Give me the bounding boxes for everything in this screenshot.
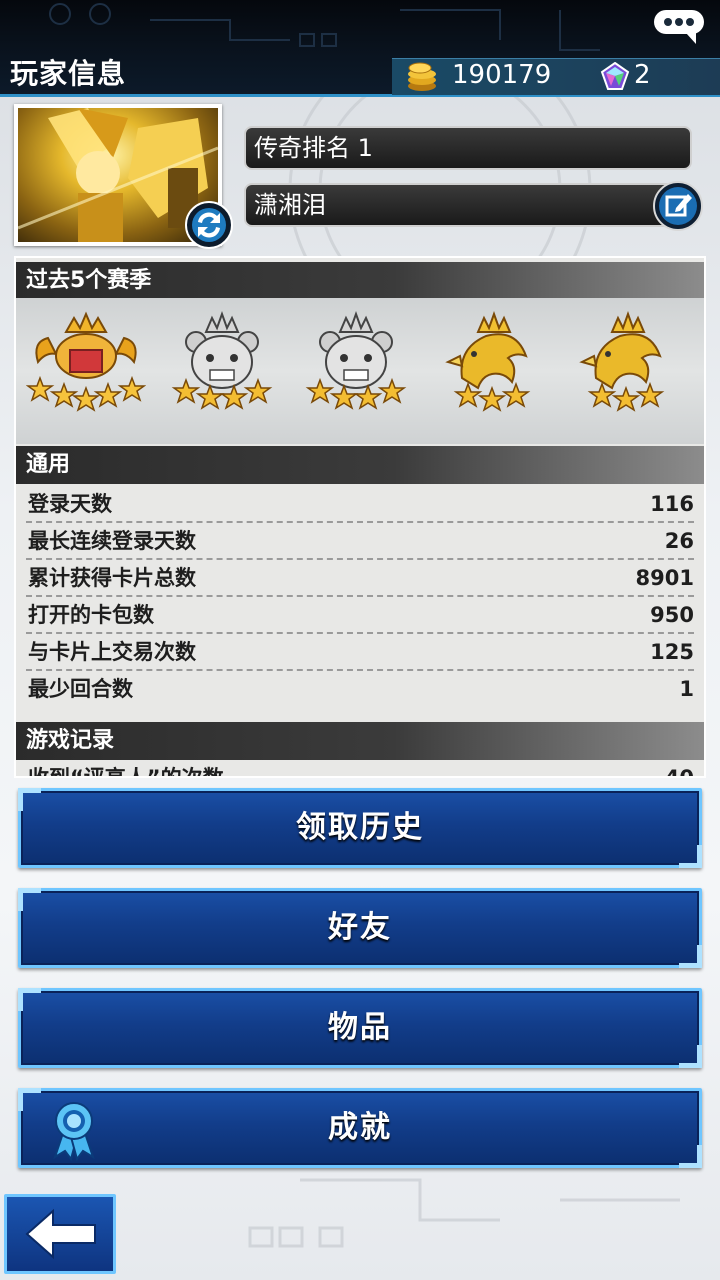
general-section-header: 通用: [16, 446, 704, 484]
achievements-label: 成就: [328, 1110, 392, 1145]
stats-scroll-area[interactable]: 过去5个赛季 通用 登录天数 116 最长连续登录天数 26 累计获得卡片总数 …: [16, 258, 704, 776]
corner-accent: [18, 888, 41, 911]
stat-value: 125: [650, 640, 694, 664]
stat-value: 8901: [635, 566, 694, 590]
corner-accent: [679, 1145, 702, 1168]
stat-value: 116: [650, 492, 694, 516]
gold-eagle-crown-badge-icon: [579, 311, 665, 412]
edit-name-icon[interactable]: [652, 180, 704, 232]
back-arrow-icon: [25, 1208, 96, 1260]
page-title: 玩家信息: [10, 57, 127, 90]
corner-accent: [18, 1088, 41, 1111]
friends-button[interactable]: 好友: [18, 888, 702, 968]
stat-label: 最少回合数: [28, 677, 133, 701]
stat-row-trades: 与卡片上交易次数 125: [26, 634, 694, 671]
king-bear-crown-badge-icon: [171, 311, 273, 410]
corner-accent: [18, 988, 41, 1011]
corner-accent: [679, 945, 702, 968]
corner-accent: [18, 788, 41, 811]
gold-coins-icon: [408, 62, 436, 91]
stat-row-partial: 收到“评高人”的次数 40: [26, 760, 694, 776]
legend-rank-field: 传奇排名 1: [244, 126, 692, 170]
back-button[interactable]: [4, 1194, 116, 1274]
gem-amount: 2: [634, 60, 651, 90]
stats-panel[interactable]: 过去5个赛季 通用 登录天数 116 最长连续登录天数 26 累计获得卡片总数 …: [14, 256, 706, 778]
stat-row-longest-streak: 最长连续登录天数 26: [26, 523, 694, 560]
chat-bubble-icon[interactable]: [652, 6, 706, 46]
gold-eagle-crown-badge-icon: [445, 311, 531, 412]
refresh-icon[interactable]: [184, 200, 234, 250]
stat-label: 登录天数: [28, 492, 112, 516]
currency-bar: [392, 58, 720, 95]
player-name-field: 潇湘泪: [244, 183, 692, 227]
gold-amount: 190179: [452, 60, 552, 90]
stat-row-packs-opened: 打开的卡包数 950: [26, 597, 694, 634]
stat-value: 1: [679, 677, 694, 701]
stat-value: 40: [665, 760, 694, 776]
items-button[interactable]: 物品: [18, 988, 702, 1068]
stat-label: 收到“评高人”的次数: [28, 760, 224, 776]
past-seasons-badges: [16, 298, 704, 444]
achievements-button[interactable]: 成就: [18, 1088, 702, 1168]
stat-row-total-cards: 累计获得卡片总数 8901: [26, 560, 694, 597]
items-label: 物品: [328, 1010, 392, 1045]
stat-value: 26: [664, 529, 694, 553]
past-seasons-header: 过去5个赛季: [16, 262, 704, 300]
legend-bull-crown-badge-icon: [26, 311, 146, 412]
stat-label: 最长连续登录天数: [28, 529, 196, 553]
corner-accent: [679, 1045, 702, 1068]
corner-accent: [679, 845, 702, 868]
king-bear-crown-badge-icon: [305, 311, 407, 410]
gem-icon: [600, 62, 630, 90]
friends-label: 好友: [328, 910, 392, 945]
stat-label: 打开的卡包数: [28, 603, 154, 627]
claim-history-button[interactable]: 领取历史: [18, 788, 702, 868]
stat-label: 与卡片上交易次数: [28, 640, 196, 664]
stat-label: 累计获得卡片总数: [28, 566, 196, 590]
ribbon-award-icon: [53, 1102, 95, 1161]
stat-row-login-days: 登录天数 116: [26, 486, 694, 523]
stat-value: 950: [650, 603, 694, 627]
claim-history-label: 领取历史: [296, 810, 424, 845]
game-records-header: 游戏记录: [16, 722, 704, 760]
stat-row-min-turns: 最少回合数 1: [26, 671, 694, 708]
